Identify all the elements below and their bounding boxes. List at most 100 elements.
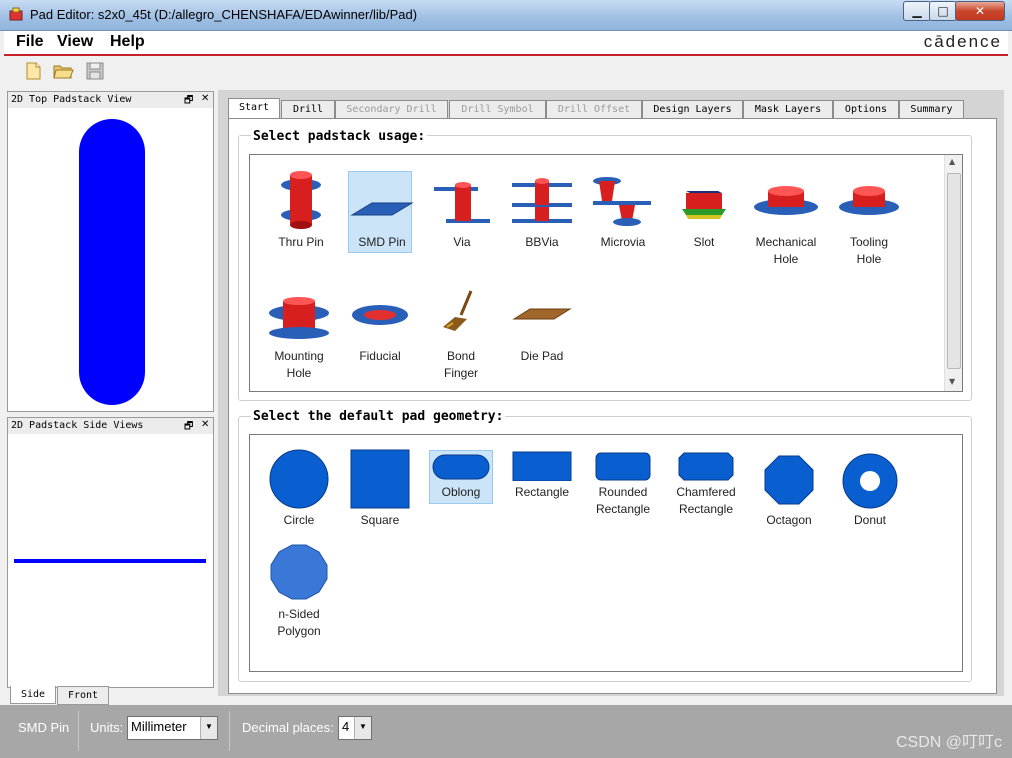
tab-design-layers[interactable]: Design Layers [642,100,743,118]
octagon-shape-icon [764,455,814,505]
usage-via[interactable]: Via [422,163,502,253]
tab-drill-offset[interactable]: Drill Offset [546,100,642,118]
geometry-label-2: Rectangle [595,502,651,516]
tab-side[interactable]: Side [10,686,56,704]
usage-label: Mechanical [755,235,817,249]
cadence-logo: cādence [923,32,1002,51]
usage-bond-finger[interactable]: Bond Finger [421,277,501,387]
menu-help[interactable]: Help [110,33,145,51]
usage-tooling-hole[interactable]: Tooling Hole [829,163,909,273]
mounting-hole-icon [269,297,329,339]
chevron-down-icon[interactable]: ▼ [200,717,217,739]
maximize-icon: □ [937,4,949,18]
title-bar[interactable]: Pad Editor: s2x0_45t (D:/allegro_CHENSHA… [0,0,1012,31]
geometry-circle[interactable]: Circle [259,445,339,535]
usage-label: BBVia [525,235,559,249]
usage-label: Die Pad [520,349,564,363]
usage-mechanical-hole[interactable]: Mechanical Hole [746,163,826,273]
decimal-places-dropdown[interactable]: 4 ▼ [338,716,372,740]
geometry-octagon[interactable]: Octagon [749,445,829,535]
tab-summary[interactable]: Summary [899,100,964,118]
close-button[interactable]: ✕ [955,1,1005,21]
save-icon[interactable] [84,60,106,82]
usage-label: Via [453,235,471,249]
usage-smd-pin[interactable]: SMD Pin [342,163,422,253]
pad-side-line [14,559,206,563]
scroll-down-icon[interactable]: ▼ [949,377,955,386]
geometry-chamfered-rectangle[interactable]: Chamfered Rectangle [666,445,746,535]
tab-drill[interactable]: Drill [281,100,335,118]
geometry-label: Chamfered [676,485,736,499]
usage-thru-pin[interactable]: Thru Pin [261,163,341,253]
minimize-icon: ▁ [912,4,922,18]
usage-bbvia[interactable]: BBVia [502,163,582,253]
donut-shape-icon [842,453,898,509]
geometry-rectangle[interactable]: Rectangle [502,445,582,515]
geometry-label: n-Sided [278,607,320,621]
usage-label: Thru Pin [278,235,324,249]
bond-finger-icon [443,290,473,331]
usage-list[interactable]: Thru Pin SMD Pin Via BBVia Microvia Slot… [249,154,963,392]
usage-microvia[interactable]: Microvia [583,163,663,253]
scroll-up-icon[interactable]: ▲ [949,157,955,166]
tab-options[interactable]: Options [833,100,899,118]
dock-close-icon[interactable]: ✕ [201,419,209,430]
usage-scrollbar[interactable]: ▲ ▼ [944,155,962,391]
usage-slot[interactable]: Slot [664,163,744,253]
dock-close-icon[interactable]: ✕ [201,93,209,104]
units-label: Units: [90,720,124,735]
usage-label: Slot [693,235,715,249]
oblong-shape-icon [432,454,490,480]
status-bar: SMD Pin Units: Millimeter ▼ Decimal plac… [0,705,1012,758]
units-value: Millimeter [131,719,187,734]
tab-front[interactable]: Front [57,686,109,705]
window-title: Pad Editor: s2x0_45t (D:/allegro_CHENSHA… [30,7,418,22]
usage-label: Mounting [274,349,324,363]
status-separator [78,711,79,751]
tab-secondary-drill[interactable]: Secondary Drill [335,100,448,118]
status-separator [229,711,230,751]
geometry-label-2: Rectangle [678,502,734,516]
usage-label: Tooling [849,235,889,249]
dock-restore-icon[interactable]: 🗗 [184,419,193,436]
new-file-icon[interactable] [22,60,44,82]
geometry-label: Square [360,513,400,527]
geometry-rounded-rectangle[interactable]: Rounded Rectangle [583,445,663,535]
chamfered-rectangle-shape-icon [678,452,734,481]
geometry-label: Rounded [598,485,648,499]
geometry-list[interactable]: Circle Square Oblong Rectangle Rounded R… [249,434,963,672]
dock-restore-icon[interactable]: 🗗 [184,93,193,110]
menu-view[interactable]: View [57,33,93,51]
usage-label: Microvia [600,235,646,249]
scroll-thumb[interactable] [947,173,961,369]
tab-mask-layers[interactable]: Mask Layers [743,100,833,118]
usage-label-2: Hole [286,366,312,380]
units-dropdown[interactable]: Millimeter ▼ [127,716,218,740]
thru-pin-icon [281,171,321,229]
geometry-label: Circle [283,513,315,527]
fiducial-icon [352,305,408,325]
usage-fiducial[interactable]: Fiducial [340,277,420,367]
geometry-donut[interactable]: Donut [830,445,910,535]
square-shape-icon [350,449,410,509]
tab-drill-symbol[interactable]: Drill Symbol [449,100,546,118]
side-view-title: 2D Padstack Side Views [8,418,213,434]
tab-start[interactable]: Start [228,98,280,119]
open-folder-icon[interactable] [52,60,74,82]
usage-die-pad[interactable]: Die Pad [502,277,582,367]
geometry-oblong[interactable]: Oblong [421,445,501,515]
geometry-label: Octagon [766,513,812,527]
watermark: CSDN @叮叮c [895,734,1002,751]
side-view-dock: 2D Padstack Side Views 🗗 ✕ [7,417,214,688]
top-view-canvas [79,119,145,405]
usage-mounting-hole[interactable]: Mounting Hole [259,277,339,387]
geometry-n-sided-polygon[interactable]: n-Sided Polygon [259,539,339,649]
maximize-button[interactable]: □ [929,1,957,21]
rectangle-shape-icon [512,451,572,482]
circle-shape-icon [269,449,329,509]
geometry-square[interactable]: Square [340,445,420,535]
minimize-button[interactable]: ▁ [903,1,931,21]
chevron-down-icon[interactable]: ▼ [354,717,371,739]
usage-label: Fiducial [359,349,401,363]
menu-file[interactable]: File [16,33,44,51]
